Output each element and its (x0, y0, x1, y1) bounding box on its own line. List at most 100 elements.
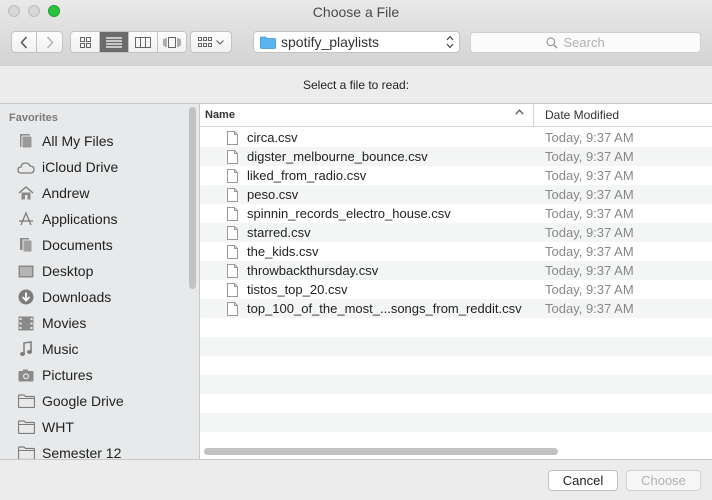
search-field[interactable] (470, 32, 701, 53)
file-name: top_100_of_the_most_...songs_from_reddit… (247, 301, 522, 316)
sidebar-item-andrew[interactable]: Andrew (0, 180, 186, 206)
forward-button[interactable] (36, 31, 63, 53)
updown-arrows-icon (446, 35, 454, 49)
folder-icon (17, 392, 35, 410)
file-row[interactable]: peso.csv Today, 9:37 AM (200, 185, 712, 204)
sidebar-item-label: iCloud Drive (42, 159, 119, 175)
sidebar-item-movies[interactable]: Movies (0, 310, 186, 336)
file-name: spinnin_records_electro_house.csv (247, 206, 451, 221)
file-name-cell: circa.csv (200, 130, 534, 145)
file-row[interactable]: liked_from_radio.csv Today, 9:37 AM (200, 166, 712, 185)
sidebar-item-google-drive[interactable]: Google Drive (0, 388, 186, 414)
file-name-cell: starred.csv (200, 225, 534, 240)
pictures-icon (17, 366, 35, 384)
chevron-left-icon (20, 35, 28, 49)
sidebar-list: All My Files iCloud Drive Andrew Applica… (0, 128, 186, 459)
empty-row (200, 394, 712, 413)
sidebar-item-pictures[interactable]: Pictures (0, 362, 186, 388)
file-chooser-window: Choose a File spotify_playlists Search S… (0, 0, 712, 500)
file-row[interactable]: throwbackthursday.csv Today, 9:37 AM (200, 261, 712, 280)
document-icon (227, 244, 238, 259)
file-name-cell: peso.csv (200, 187, 534, 202)
file-row[interactable]: top_100_of_the_most_...songs_from_reddit… (200, 299, 712, 318)
file-row[interactable]: digster_melbourne_bounce.csv Today, 9:37 … (200, 147, 712, 166)
arrange-button[interactable] (190, 31, 232, 53)
file-name-cell: spinnin_records_electro_house.csv (200, 206, 534, 221)
horizontal-scrollbar[interactable] (204, 448, 558, 455)
search-input[interactable] (561, 34, 626, 51)
cover-flow-view-button[interactable] (158, 32, 186, 52)
file-row[interactable]: the_kids.csv Today, 9:37 AM (200, 242, 712, 261)
sidebar-item-label: Semester 12 (42, 445, 122, 459)
sidebar-item-music[interactable]: Music (0, 336, 186, 362)
file-row[interactable]: spinnin_records_electro_house.csv Today, … (200, 204, 712, 223)
sort-ascending-icon (515, 109, 524, 115)
sidebar-item-all-my-files[interactable]: All My Files (0, 128, 186, 154)
music-icon (17, 340, 35, 358)
document-icon (227, 301, 238, 316)
sidebar-item-label: WHT (42, 419, 74, 435)
location-label: spotify_playlists (281, 34, 380, 50)
sidebar: Favorites All My Files iCloud Drive Andr… (0, 104, 200, 459)
document-icon (227, 206, 238, 221)
document-icon (227, 168, 238, 183)
window-title: Choose a File (312, 4, 400, 20)
column-view-icon (135, 36, 151, 48)
sidebar-item-icloud-drive[interactable]: iCloud Drive (0, 154, 186, 180)
file-name-cell: the_kids.csv (200, 244, 534, 259)
file-date: Today, 9:37 AM (545, 130, 634, 145)
name-column-header[interactable]: Name (200, 104, 534, 126)
back-button[interactable] (11, 31, 37, 53)
document-icon (227, 130, 238, 145)
document-icon (227, 282, 238, 297)
file-date: Today, 9:37 AM (545, 244, 634, 259)
file-date: Today, 9:37 AM (545, 149, 634, 164)
icon-view-button[interactable] (71, 32, 100, 52)
file-name-cell: top_100_of_the_most_...songs_from_reddit… (200, 301, 534, 316)
file-name: throwbackthursday.csv (247, 263, 379, 278)
sidebar-item-wht[interactable]: WHT (0, 414, 186, 440)
sidebar-item-desktop[interactable]: Desktop (0, 258, 186, 284)
file-name-cell: throwbackthursday.csv (200, 263, 534, 278)
list-view-icon (106, 36, 122, 48)
sidebar-item-downloads[interactable]: Downloads (0, 284, 186, 310)
movies-icon (17, 314, 35, 332)
file-name: tistos_top_20.csv (247, 282, 348, 297)
empty-row (200, 413, 712, 432)
cover-flow-icon (163, 36, 181, 48)
list-view-button[interactable] (100, 32, 129, 52)
file-name: digster_melbourne_bounce.csv (247, 149, 428, 164)
file-date: Today, 9:37 AM (545, 206, 634, 221)
chevron-down-icon (216, 39, 224, 45)
sidebar-item-label: Pictures (42, 367, 93, 383)
file-row[interactable]: starred.csv Today, 9:37 AM (200, 223, 712, 242)
file-date: Today, 9:37 AM (545, 301, 634, 316)
chevron-right-icon (46, 35, 54, 49)
sidebar-item-applications[interactable]: Applications (0, 206, 186, 232)
sidebar-item-label: Applications (42, 211, 118, 227)
arrange-grid-icon (198, 36, 212, 47)
file-row[interactable]: tistos_top_20.csv Today, 9:37 AM (200, 280, 712, 299)
file-date: Today, 9:37 AM (545, 168, 634, 183)
sidebar-item-semester-12[interactable]: Semester 12 (0, 440, 186, 459)
name-column-label: Name (205, 109, 235, 121)
sidebar-scrollbar[interactable] (189, 107, 196, 289)
all-files-icon (17, 132, 35, 150)
location-popup[interactable]: spotify_playlists (253, 31, 460, 53)
column-view-button[interactable] (129, 32, 158, 52)
file-name: peso.csv (247, 187, 299, 202)
file-date: Today, 9:37 AM (545, 187, 634, 202)
document-icon (227, 149, 238, 164)
sidebar-item-label: Google Drive (42, 393, 124, 409)
file-name-cell: tistos_top_20.csv (200, 282, 534, 297)
cancel-button[interactable]: Cancel (548, 470, 618, 491)
choose-button[interactable]: Choose (626, 470, 701, 491)
file-name: circa.csv (247, 130, 298, 145)
search-icon (545, 36, 557, 48)
date-modified-column-header[interactable]: Date Modified (534, 104, 619, 126)
prompt-message: Select a file to read: (0, 66, 712, 104)
sidebar-item-label: Movies (42, 315, 87, 331)
file-row[interactable]: circa.csv Today, 9:37 AM (200, 128, 712, 147)
sidebar-item-documents[interactable]: Documents (0, 232, 186, 258)
file-list: Name Date Modified circa.csv Today, 9:37 … (200, 104, 712, 459)
